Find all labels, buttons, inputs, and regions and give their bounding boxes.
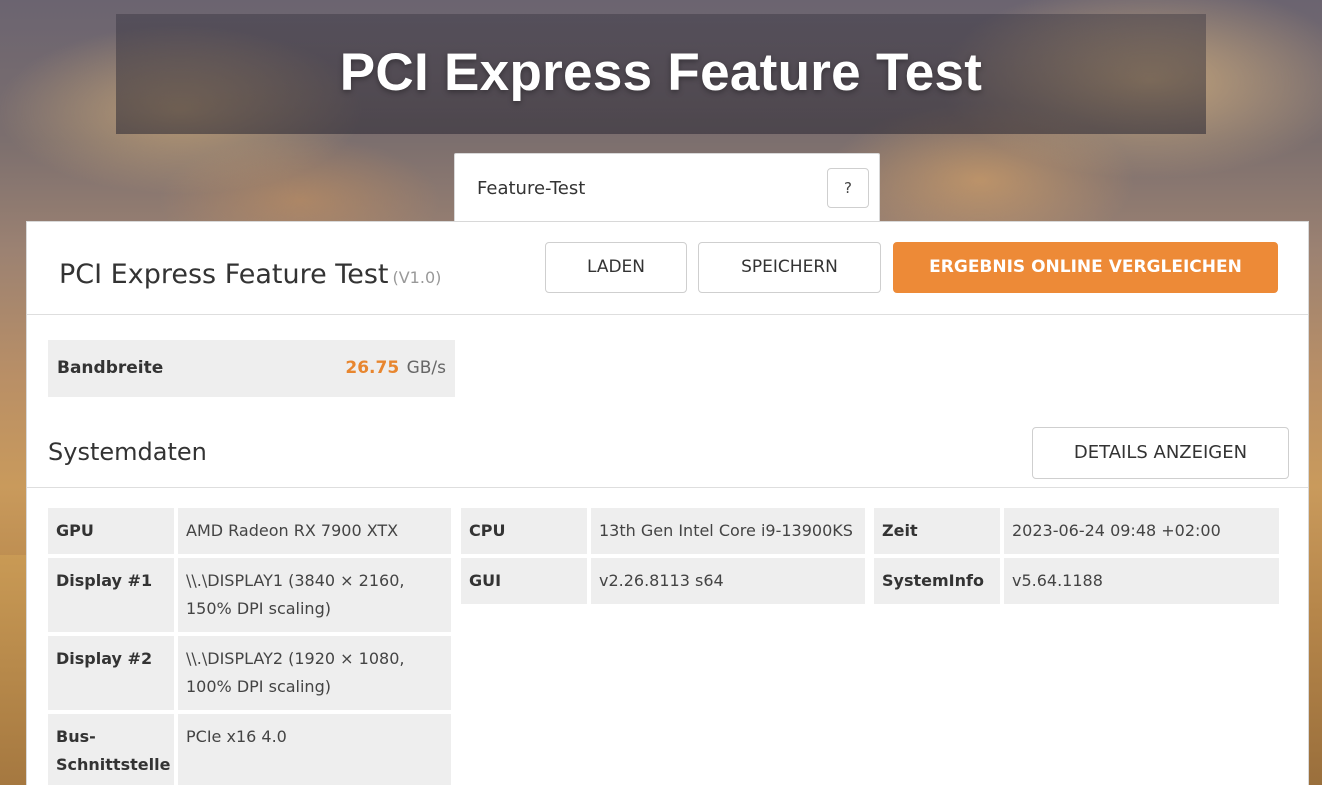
save-button[interactable]: SPEICHERN: [698, 242, 881, 293]
help-button[interactable]: ?: [827, 168, 869, 208]
system-key: SystemInfo: [874, 558, 1000, 604]
test-title: PCI Express Feature Test (V1.0): [59, 259, 441, 290]
page-title: PCI Express Feature Test: [339, 43, 983, 102]
system-row: Bus-Schnittstelle PCIe x16 4.0: [48, 714, 451, 785]
tab-feature-test[interactable]: Feature-Test ?: [454, 153, 880, 223]
system-row: GUI v2.26.8113 s64: [461, 558, 865, 604]
system-key: Bus-Schnittstelle: [48, 714, 174, 785]
bandwidth-result: Bandbreite 26.75 GB/s: [48, 340, 455, 397]
system-row: SystemInfo v5.64.1188: [874, 558, 1279, 604]
system-value: \\.\DISPLAY1 (3840 × 2160, 150% DPI scal…: [178, 558, 451, 632]
system-key: Display #1: [48, 558, 174, 632]
system-key: CPU: [461, 508, 587, 554]
bandwidth-label: Bandbreite: [57, 358, 164, 378]
system-column-2: CPU 13th Gen Intel Core i9-13900KS GUI v…: [461, 508, 865, 608]
system-column-3: Zeit 2023-06-24 09:48 +02:00 SystemInfo …: [874, 508, 1279, 608]
system-row: GPU AMD Radeon RX 7900 XTX: [48, 508, 451, 554]
system-value: v2.26.8113 s64: [591, 558, 865, 604]
result-card: PCI Express Feature Test (V1.0) LADEN SPE…: [26, 221, 1309, 785]
system-value: \\.\DISPLAY2 (1920 × 1080, 100% DPI scal…: [178, 636, 451, 710]
system-data-title: Systemdaten: [48, 438, 207, 466]
test-version: (V1.0): [392, 268, 442, 287]
system-key: Display #2: [48, 636, 174, 710]
show-details-button[interactable]: DETAILS ANZEIGEN: [1032, 427, 1289, 479]
system-key: GPU: [48, 508, 174, 554]
system-value: PCIe x16 4.0: [178, 714, 451, 785]
system-row: CPU 13th Gen Intel Core i9-13900KS: [461, 508, 865, 554]
system-row: Display #2 \\.\DISPLAY2 (1920 × 1080, 10…: [48, 636, 451, 710]
test-name: PCI Express Feature Test: [59, 259, 389, 290]
system-row: Zeit 2023-06-24 09:48 +02:00: [874, 508, 1279, 554]
bandwidth-number: 26.75: [345, 358, 400, 378]
compare-online-button[interactable]: ERGEBNIS ONLINE VERGLEICHEN: [893, 242, 1278, 293]
system-key: GUI: [461, 558, 587, 604]
system-value: 2023-06-24 09:48 +02:00: [1004, 508, 1279, 554]
tab-label: Feature-Test: [477, 178, 586, 199]
system-value: v5.64.1188: [1004, 558, 1279, 604]
system-value: 13th Gen Intel Core i9-13900KS: [591, 508, 865, 554]
system-key: Zeit: [874, 508, 1000, 554]
card-header: PCI Express Feature Test (V1.0) LADEN SPE…: [27, 222, 1308, 315]
bandwidth-value: 26.75 GB/s: [345, 358, 446, 378]
load-button[interactable]: LADEN: [545, 242, 687, 293]
bandwidth-unit: GB/s: [406, 358, 446, 378]
system-column-1: GPU AMD Radeon RX 7900 XTX Display #1 \\…: [48, 508, 451, 785]
system-value: AMD Radeon RX 7900 XTX: [178, 508, 451, 554]
divider: [27, 487, 1308, 488]
system-row: Display #1 \\.\DISPLAY1 (3840 × 2160, 15…: [48, 558, 451, 632]
